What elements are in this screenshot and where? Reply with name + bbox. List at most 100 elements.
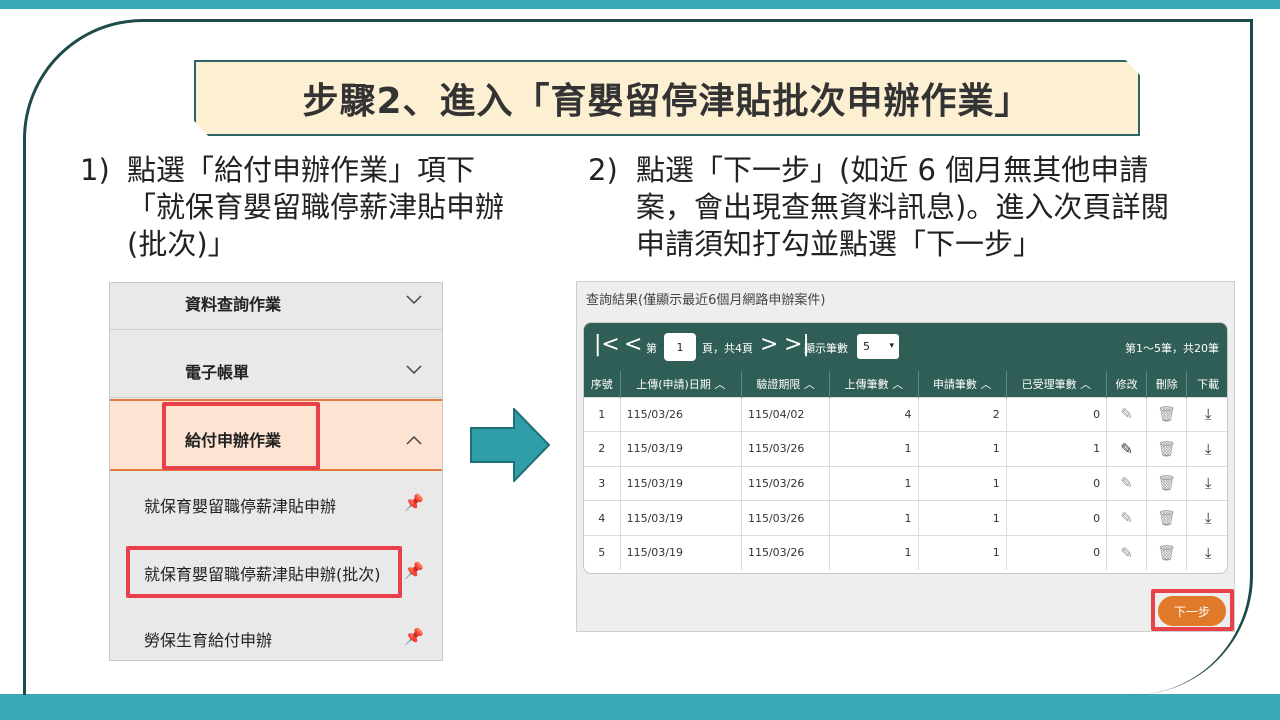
side-menu-screenshot: 資料查詢作業 電子帳單 給付申辦作業 就保育嬰留職停薪津貼申辦 📌 就保育嬰留職…	[109, 282, 443, 661]
cell-upload-count: 4	[829, 396, 919, 432]
cell-verify-deadline: 115/03/26	[741, 534, 831, 570]
cell-accepted-count: 0	[1006, 500, 1108, 536]
download-icon[interactable]: ⤓	[1205, 474, 1212, 492]
page-prefix: 第	[646, 342, 657, 355]
cell-verify-deadline: 115/03/26	[741, 465, 831, 501]
cell-apply-count: 1	[918, 500, 1007, 536]
edit-icon[interactable]: ✎	[1120, 544, 1133, 562]
col-header[interactable]: 上傳(申請)日期 ︿	[620, 371, 742, 397]
step-1-text: 點選「給付申辦作業」項下「就保育嬰留職停薪津貼申辦(批次)」	[127, 153, 505, 261]
trash-icon[interactable]: 🗑	[1157, 474, 1176, 492]
sub-item-parental-leave[interactable]: 就保育嬰留職停薪津貼申辦 📌	[110, 473, 442, 535]
cell-upload-date: 115/03/19	[620, 465, 742, 501]
col-header: 序號	[584, 371, 621, 397]
trash-icon[interactable]: 🗑	[1157, 509, 1176, 527]
cell-upload-date: 115/03/19	[620, 500, 742, 536]
table-row: 2 115/03/19 115/03/26 1 1 1 ✎ 🗑 ⤓	[584, 431, 1227, 467]
slide-title-box: 步驟2、進入「育嬰留停津貼批次申辦作業」	[194, 60, 1140, 136]
top-accent-bar	[0, 0, 1280, 9]
highlight-box-next	[1151, 589, 1234, 631]
cell-accepted-count: 0	[1006, 534, 1108, 570]
cell-upload-count: 1	[829, 431, 919, 467]
table-row: 5 115/03/19 115/03/26 1 1 0 ✎ 🗑 ⤓	[584, 534, 1227, 570]
step-2-number: 2)	[588, 153, 618, 187]
highlight-box-benefit	[162, 402, 320, 470]
cell-upload-date: 115/03/19	[620, 534, 742, 570]
table-row: 4 115/03/19 115/03/26 1 1 0 ✎ 🗑 ⤓	[584, 500, 1227, 536]
cell-index: 5	[584, 534, 621, 570]
col-header[interactable]: 驗證期限 ︿	[741, 371, 831, 397]
record-range: 第1～5筆，共20筆	[1125, 342, 1219, 355]
cell-apply-count: 1	[918, 465, 1007, 501]
pin-icon[interactable]: 📌	[404, 561, 424, 580]
edit-icon[interactable]: ✎	[1120, 509, 1133, 527]
cell-verify-deadline: 115/04/02	[741, 396, 831, 432]
download-icon[interactable]: ⤓	[1205, 509, 1212, 527]
menu-item-label: 資料查詢作業	[185, 295, 282, 314]
results-table: 序號 上傳(申請)日期 ︿ 驗證期限 ︿ 上傳筆數 ︿ 申請筆數 ︿ 已受理筆數…	[584, 371, 1227, 570]
edit-icon[interactable]: ✎	[1120, 474, 1133, 492]
col-header[interactable]: 上傳筆數 ︿	[829, 371, 919, 397]
chevron-down-icon: ▾	[889, 341, 894, 351]
step-1-number: 1)	[80, 153, 110, 187]
first-page-icon[interactable]: |<	[594, 332, 620, 357]
cell-upload-date: 115/03/26	[620, 396, 742, 432]
cell-apply-count: 2	[918, 396, 1007, 432]
right-arrow-icon	[470, 408, 550, 482]
cell-upload-count: 1	[829, 500, 919, 536]
chevron-down-icon	[406, 359, 422, 380]
menu-item-data-query[interactable]: 資料查詢作業	[110, 283, 442, 319]
cell-index: 3	[584, 465, 621, 501]
cell-accepted-count: 1	[1006, 431, 1108, 467]
prev-page-icon[interactable]: <	[624, 332, 642, 357]
step-2-text: 點選「下一步」(如近 6 個月無其他申請案，會出現查無資料訊息)。進入次頁詳閱申…	[636, 153, 1170, 261]
trash-icon[interactable]: 🗑	[1157, 544, 1176, 562]
cell-apply-count: 1	[918, 534, 1007, 570]
cell-verify-deadline: 115/03/26	[741, 500, 831, 536]
table-header-row: 序號 上傳(申請)日期 ︿ 驗證期限 ︿ 上傳筆數 ︿ 申請筆數 ︿ 已受理筆數…	[584, 371, 1227, 397]
col-header: 刪除	[1146, 371, 1188, 397]
cell-upload-count: 1	[829, 465, 919, 501]
menu-item-e-bill[interactable]: 電子帳單	[110, 343, 442, 383]
cell-apply-count: 1	[918, 431, 1007, 467]
sub-item-label: 勞保生育給付申辦	[144, 631, 273, 650]
per-page-select[interactable]: 5 ▾	[857, 334, 899, 359]
download-icon[interactable]: ⤓	[1205, 440, 1212, 458]
cell-index: 1	[584, 396, 621, 432]
page-suffix: 頁，共4頁	[702, 342, 753, 355]
col-header: 下載	[1186, 371, 1227, 397]
edit-icon[interactable]: ✎	[1120, 405, 1133, 423]
col-header[interactable]: 申請筆數 ︿	[918, 371, 1007, 397]
results-panel-screenshot: 查詢結果(僅顯示最近6個月網路申辦案件) |< < 第 1 頁，共4頁 > >|…	[576, 281, 1235, 632]
slide-title: 步驟2、進入「育嬰留停津貼批次申辦作業」	[302, 81, 1032, 122]
cell-index: 4	[584, 500, 621, 536]
cell-verify-deadline: 115/03/26	[741, 431, 831, 467]
chevron-down-icon	[406, 289, 422, 310]
cell-accepted-count: 0	[1006, 465, 1108, 501]
cell-accepted-count: 0	[1006, 396, 1108, 432]
step-2: 2) 點選「下一步」(如近 6 個月無其他申請案，會出現查無資料訊息)。進入次頁…	[588, 152, 1208, 272]
bottom-accent-bar	[0, 694, 1280, 720]
edit-icon[interactable]: ✎	[1120, 440, 1133, 458]
col-header[interactable]: 已受理筆數 ︿	[1006, 371, 1108, 397]
trash-icon[interactable]: 🗑	[1157, 405, 1176, 423]
results-table-container: |< < 第 1 頁，共4頁 > >| 顯示筆數 5 ▾ 第1～5筆，共20筆 序…	[583, 322, 1228, 574]
pin-icon[interactable]: 📌	[404, 627, 424, 646]
menu-item-label: 電子帳單	[185, 363, 250, 382]
cell-upload-count: 1	[829, 534, 919, 570]
cell-index: 2	[584, 431, 621, 467]
panel-title: 查詢結果(僅顯示最近6個月網路申辦案件)	[586, 293, 826, 308]
next-page-icon[interactable]: >	[760, 332, 778, 357]
col-header: 修改	[1106, 371, 1148, 397]
download-icon[interactable]: ⤓	[1205, 405, 1212, 423]
pin-icon[interactable]: 📌	[404, 493, 424, 512]
sub-item-labor-maternity[interactable]: 勞保生育給付申辦 📌	[110, 609, 442, 660]
sub-item-label: 就保育嬰留職停薪津貼申辦	[144, 497, 337, 516]
table-row: 3 115/03/19 115/03/26 1 1 0 ✎ 🗑 ⤓	[584, 465, 1227, 501]
chevron-up-icon	[406, 429, 422, 450]
page-number-input[interactable]: 1	[664, 333, 696, 361]
trash-icon[interactable]: 🗑	[1157, 440, 1176, 458]
pagination-toolbar: |< < 第 1 頁，共4頁 > >| 顯示筆數 5 ▾ 第1～5筆，共20筆	[584, 323, 1227, 371]
download-icon[interactable]: ⤓	[1205, 544, 1212, 562]
table-row: 1 115/03/26 115/04/02 4 2 0 ✎ 🗑 ⤓	[584, 396, 1227, 432]
